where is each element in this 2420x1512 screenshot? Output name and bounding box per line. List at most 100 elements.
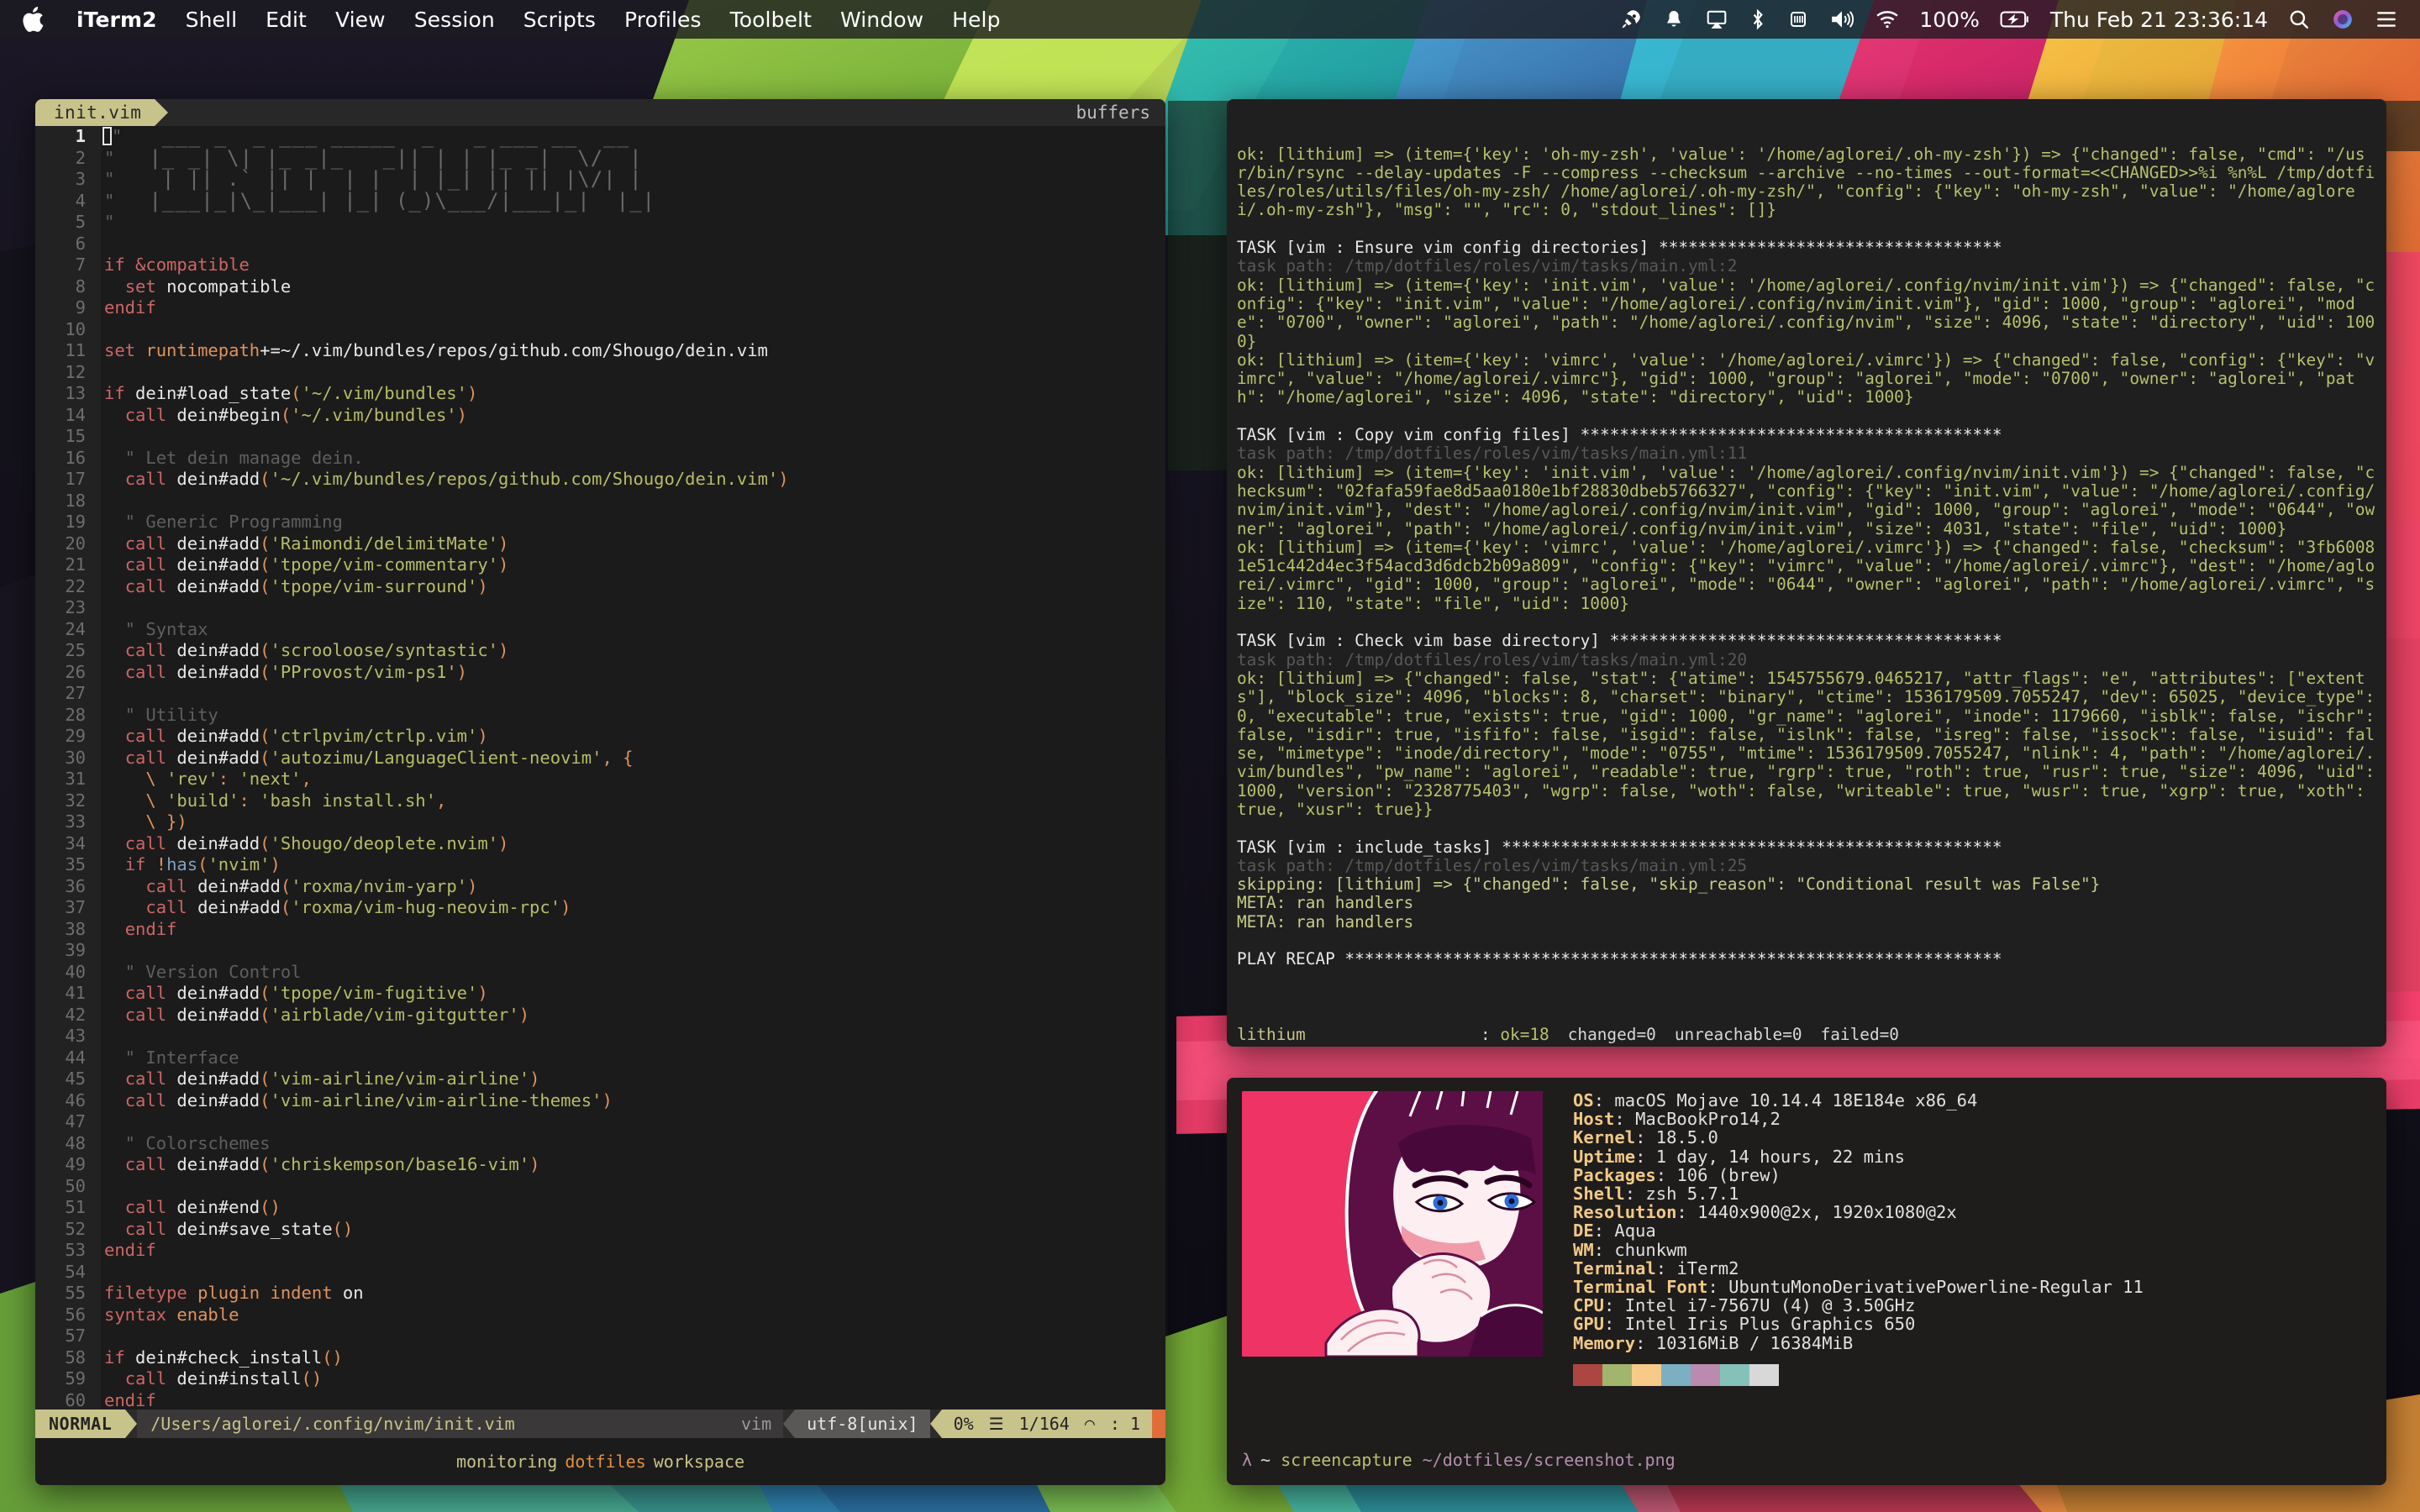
menu-item-edit[interactable]: Edit <box>251 0 321 39</box>
vim-token: 'vim-airline/vim-airline-themes' <box>271 1090 602 1110</box>
neofetch-info-row: Packages: 106 (brew) <box>1573 1166 2144 1184</box>
tmux-word-monitoring: monitoring <box>456 1452 557 1472</box>
color-swatch <box>1602 1364 1632 1386</box>
vim-buffers-label[interactable]: buffers <box>1060 99 1165 126</box>
siri-icon[interactable] <box>2321 8 2365 30</box>
neofetch-shell-prompt[interactable]: λ ~ screencapture ~/dotfiles/screenshot.… <box>1242 1450 1676 1470</box>
vim-line-code: call dein#add('roxma/vim-hug-neovim-rpc'… <box>101 897 1165 919</box>
vim-line-number: 33 <box>35 811 101 833</box>
wifi-icon[interactable] <box>1865 8 1910 30</box>
apple-logo-icon[interactable] <box>0 7 62 32</box>
menu-bar-datetime[interactable]: Thu Feb 21 23:36:14 <box>2041 8 2277 32</box>
vim-line: 48 " Colorschemes <box>35 1133 1165 1155</box>
vim-line: 26 call dein#add('PProvost/vim-ps1') <box>35 662 1165 684</box>
menu-item-shell[interactable]: Shell <box>171 0 252 39</box>
vim-line-number: 3 <box>35 169 101 191</box>
vim-line: 22 call dein#add('tpope/vim-surround') <box>35 576 1165 598</box>
neofetch-info-row: Uptime: 1 day, 14 hours, 22 mins <box>1573 1147 2144 1166</box>
vim-token: if <box>104 255 135 275</box>
vim-line: 56syntax enable <box>35 1305 1165 1326</box>
bell-icon[interactable] <box>1653 8 1695 30</box>
vim-token: endif <box>104 1240 156 1260</box>
menu-bar-left: iTerm2 Shell Edit View Session Scripts P… <box>0 0 1015 39</box>
display-icon[interactable] <box>1777 8 1819 30</box>
vim-line-code: \ 'rev': 'next', <box>101 769 1165 790</box>
vim-line-code <box>101 940 1165 962</box>
vim-token: () <box>322 1347 343 1368</box>
vim-token: ( <box>260 726 270 746</box>
vim-token: nocompatible <box>166 276 291 297</box>
vim-line-number: 31 <box>35 769 101 790</box>
vim-token: dein#add <box>176 726 260 746</box>
vim-file-path: /Users/aglorei/.config/nvim/init.vim <box>137 1410 729 1438</box>
vim-token: on <box>343 1283 364 1303</box>
vim-line-number: 39 <box>35 940 101 962</box>
neofetch-info-value: iTerm2 <box>1676 1258 1739 1278</box>
neofetch-terminal-window[interactable]: OS: macOS Mojave 10.14.4 18E184e x86_64H… <box>1227 1078 2386 1485</box>
vim-token: 'build' <box>166 790 239 811</box>
vim-token: ( <box>291 383 301 403</box>
menu-item-view[interactable]: View <box>321 0 400 39</box>
vim-line: 52 call dein#save_state() <box>35 1219 1165 1241</box>
vim-token: ) <box>477 983 487 1003</box>
ansible-output-area[interactable]: ok: [lithium] => (item={'key': 'oh-my-zs… <box>1227 99 2386 1047</box>
vim-token: ) <box>467 876 477 896</box>
vim-line-code <box>101 426 1165 448</box>
vim-line-number: 12 <box>35 362 101 384</box>
vim-token: ( <box>260 833 270 853</box>
volume-icon[interactable] <box>1819 8 1865 30</box>
vim-token: dein#add <box>176 640 260 660</box>
vim-token: 'bash install.sh' <box>260 790 436 811</box>
vim-token: () <box>260 1197 281 1217</box>
vim-line: 44 " Interface <box>35 1047 1165 1069</box>
vim-tab-init-vim[interactable]: init.vim <box>35 99 155 126</box>
neofetch-info-key: Uptime <box>1573 1147 1635 1167</box>
menu-item-profiles[interactable]: Profiles <box>610 0 716 39</box>
color-swatch <box>1691 1364 1720 1386</box>
neofetch-info-row: Resolution: 1440x900@2x, 1920x1080@2x <box>1573 1203 2144 1221</box>
vim-token: ) <box>477 576 487 596</box>
menu-item-scripts[interactable]: Scripts <box>509 0 610 39</box>
vim-line: 17 call dein#add('~/.vim/bundles/repos/g… <box>35 469 1165 491</box>
vim-text-area[interactable]: 1"2"3"4"5"67if &compatible8 set nocompat… <box>35 126 1165 1410</box>
vim-line-number: 19 <box>35 512 101 533</box>
vim-line-code: " Interface <box>101 1047 1165 1069</box>
ansible-log-line: task path: /tmp/dotfiles/roles/vim/tasks… <box>1237 857 2376 875</box>
menu-item-iterm2[interactable]: iTerm2 <box>62 0 171 39</box>
vim-line: 10 <box>35 319 1165 341</box>
vim-line-code <box>101 319 1165 341</box>
ansible-play-recap-row: lithium : ok=18 changed=0 unreachable=0 … <box>1237 1026 2376 1044</box>
vim-token: filetype <box>104 1283 197 1303</box>
menu-item-help[interactable]: Help <box>938 0 1014 39</box>
vim-line-number: 41 <box>35 983 101 1005</box>
vim-token: " Version Control <box>104 962 302 982</box>
vim-line-number: 11 <box>35 340 101 362</box>
vim-line-code: " Utility <box>101 705 1165 727</box>
vim-line-number: 36 <box>35 876 101 898</box>
ansible-terminal-window[interactable]: ok: [lithium] => (item={'key': 'oh-my-zs… <box>1227 99 2386 1047</box>
battery-charging-icon[interactable] <box>1989 9 2041 29</box>
menu-item-toolbelt[interactable]: Toolbelt <box>716 0 826 39</box>
vim-token: call <box>125 640 177 660</box>
control-center-list-icon[interactable] <box>2365 9 2408 29</box>
menu-item-window[interactable]: Window <box>826 0 938 39</box>
vim-line-number: 2 <box>35 148 101 170</box>
ansible-log-line: task path: /tmp/dotfiles/roles/vim/tasks… <box>1237 444 2376 463</box>
neofetch-info-value: 1 day, 14 hours, 22 mins <box>1656 1147 1905 1167</box>
vim-line-code: set nocompatible <box>101 276 1165 298</box>
vim-line-number: 51 <box>35 1197 101 1219</box>
vim-editor-window[interactable]: init.vim buffers 1"2"3"4"5"67if &compati… <box>35 99 1165 1485</box>
menu-item-session[interactable]: Session <box>400 0 509 39</box>
vim-line-number: 21 <box>35 554 101 576</box>
vim-tabline: init.vim buffers <box>35 99 1165 126</box>
color-swatch <box>1661 1364 1691 1386</box>
vim-line: 45 call dein#add('vim-airline/vim-airlin… <box>35 1068 1165 1090</box>
search-icon[interactable] <box>2277 8 2321 30</box>
airplay-icon[interactable] <box>1695 8 1739 30</box>
vim-line: 43 <box>35 1026 1165 1047</box>
vim-token: : <box>239 790 260 811</box>
vim-line-code <box>101 1176 1165 1198</box>
neofetch-info-value: Aqua <box>1614 1221 1655 1241</box>
bluetooth-icon[interactable] <box>1739 8 1777 30</box>
rocket-icon[interactable] <box>1609 8 1653 30</box>
